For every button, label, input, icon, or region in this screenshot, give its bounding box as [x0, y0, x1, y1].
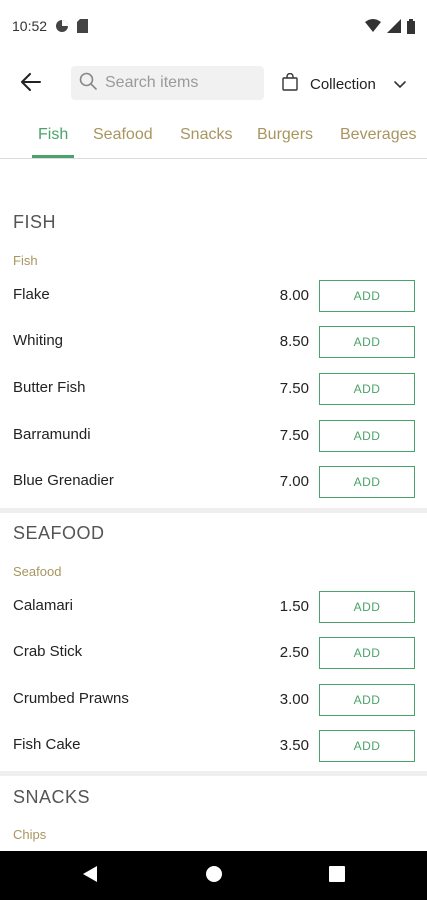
tab-beverages[interactable]: Beverages [340, 126, 417, 144]
back-button[interactable] [16, 70, 46, 98]
menu-item-row: Crab Stick 2.50 ADD [0, 637, 427, 669]
menu-item-row: Blue Grenadier 7.00 ADD [0, 466, 427, 498]
menu-item-row: Barramundi 7.50 ADD [0, 420, 427, 452]
menu-item-row: Flake 8.00 ADD [0, 280, 427, 312]
menu-item-row: Fish Cake 3.50 ADD [0, 730, 427, 762]
item-name: Barramundi [13, 426, 91, 443]
active-tab-indicator [32, 155, 74, 158]
item-name: Whiting [13, 332, 64, 349]
collection-label: Collection [310, 75, 376, 93]
recents-square-icon [329, 865, 345, 887]
menu-item-row: Butter Fish 7.50 ADD [0, 373, 427, 405]
add-button[interactable]: ADD [319, 637, 415, 669]
search-input[interactable] [105, 74, 255, 92]
item-name: Fish Cake [13, 736, 81, 753]
add-button[interactable]: ADD [319, 280, 415, 312]
wifi-icon [365, 19, 381, 33]
top-app-bar: Collection [0, 62, 427, 106]
item-price: 7.50 [279, 427, 309, 444]
subsection-title-fish: Fish [13, 253, 38, 268]
tab-snacks[interactable]: Snacks [180, 126, 232, 144]
add-button[interactable]: ADD [319, 684, 415, 716]
section-divider [0, 508, 427, 513]
section-title-snacks: SNACKS [13, 787, 91, 807]
back-triangle-icon [82, 865, 98, 888]
category-tabs: Fish Seafood Snacks Burgers Beverages [0, 112, 427, 159]
nav-recents-button[interactable] [326, 865, 348, 887]
section-title-fish: FISH [13, 212, 57, 232]
arrow-left-icon [21, 72, 41, 96]
system-navigation-bar [0, 851, 427, 900]
item-name: Crab Stick [13, 643, 83, 660]
add-button[interactable]: ADD [319, 466, 415, 498]
nav-home-button[interactable] [203, 865, 225, 887]
item-price: 8.50 [279, 333, 309, 350]
tab-burgers[interactable]: Burgers [257, 126, 313, 144]
menu-item-row: Crumbed Prawns 3.00 ADD [0, 684, 427, 716]
item-price: 3.50 [279, 737, 309, 754]
item-name: Crumbed Prawns [13, 690, 129, 707]
item-price: 7.50 [279, 380, 309, 397]
subsection-title-chips: Chips [13, 827, 47, 842]
data-saver-icon [55, 19, 69, 33]
nav-back-button[interactable] [79, 865, 101, 887]
chevron-down-icon [394, 76, 406, 93]
sd-card-icon [77, 19, 89, 33]
item-name: Blue Grenadier [13, 472, 114, 489]
signal-icon [387, 19, 401, 33]
item-price: 3.00 [279, 691, 309, 708]
collection-selector[interactable]: Collection [282, 66, 406, 102]
item-name: Butter Fish [13, 379, 86, 396]
add-button[interactable]: ADD [319, 730, 415, 762]
menu-item-row: Whiting 8.50 ADD [0, 326, 427, 358]
item-price: 1.50 [279, 598, 309, 615]
tab-seafood[interactable]: Seafood [93, 126, 153, 144]
search-bar[interactable] [71, 66, 264, 100]
menu-item-row: Calamari 1.50 ADD [0, 591, 427, 623]
status-time: 10:52 [12, 18, 48, 34]
item-name: Calamari [13, 597, 74, 614]
add-button[interactable]: ADD [319, 420, 415, 452]
menu-list[interactable]: FISH Fish Flake 8.00 ADD Whiting 8.50 AD… [0, 160, 427, 851]
status-bar: 10:52 [0, 0, 427, 52]
add-button[interactable]: ADD [319, 591, 415, 623]
item-price: 7.00 [279, 473, 309, 490]
search-icon [79, 72, 97, 95]
tab-fish[interactable]: Fish [38, 126, 68, 144]
battery-icon [407, 18, 415, 34]
add-button[interactable]: ADD [319, 373, 415, 405]
shopping-bag-icon [282, 72, 298, 95]
item-name: Flake [13, 286, 50, 303]
add-button[interactable]: ADD [319, 326, 415, 358]
item-price: 8.00 [279, 287, 309, 304]
section-title-seafood: SEAFOOD [13, 523, 105, 543]
home-circle-icon [205, 865, 223, 888]
section-divider [0, 771, 427, 776]
subsection-title-seafood: Seafood [13, 564, 62, 579]
item-price: 2.50 [279, 644, 309, 661]
